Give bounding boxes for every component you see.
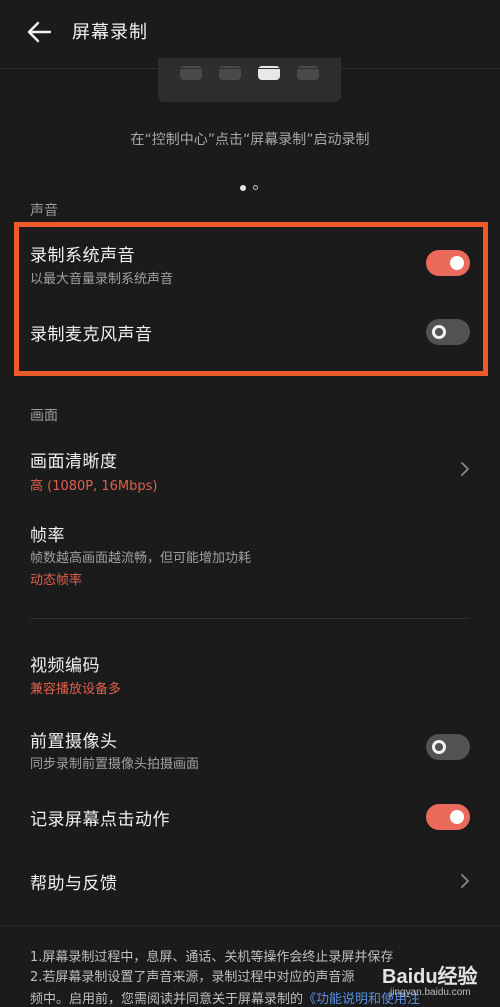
note-line-2: 2.若屏幕录制设置了声音来源，录制过程中对应的声音源 [30, 970, 355, 985]
video-codec-title[interactable]: 视频编码 [30, 651, 100, 676]
clarity-title[interactable]: 画面清晰度 [30, 447, 118, 472]
footer-divider [0, 925, 500, 926]
section-divider [30, 618, 470, 619]
carousel-dot-active[interactable] [240, 185, 246, 191]
front-camera-toggle[interactable] [426, 734, 470, 760]
record-taps-title: 记录屏幕点击动作 [30, 810, 170, 830]
note-line-3: 频中。启用前，您需阅读并同意关于屏幕录制的《功能说明和使用注 [30, 988, 420, 1007]
page-title: 屏幕录制 [72, 22, 148, 43]
framerate-value: 动态帧率 [30, 573, 83, 588]
clarity-value: 高 (1080P, 16Mbps) [30, 479, 158, 494]
section-label-picture: 画面 [30, 408, 58, 424]
front-camera-title: 前置摄像头 [30, 732, 118, 752]
framerate-title[interactable]: 帧率 [30, 521, 65, 546]
baidu-watermark-url: jingyan.baidu.com [390, 987, 471, 998]
header-divider [0, 68, 500, 69]
chevron-right-icon[interactable] [460, 461, 470, 477]
video-codec-value: 兼容播放设备多 [30, 682, 122, 697]
record-taps-toggle[interactable] [426, 804, 470, 830]
note-line-3-text: 频中。启用前，您需阅读并同意关于屏幕录制的 [30, 992, 304, 1007]
control-center-preview [158, 58, 341, 102]
front-camera-subtitle: 同步录制前置摄像头拍摄画面 [30, 757, 200, 772]
baidu-watermark-logo: Baidu经验 [382, 966, 478, 988]
carousel-dot-inactive[interactable] [253, 185, 258, 190]
back-arrow-icon[interactable] [26, 20, 52, 44]
help-feedback-title[interactable]: 帮助与反馈 [30, 869, 118, 894]
chevron-right-icon[interactable] [460, 873, 470, 889]
highlight-annotation-box [14, 222, 488, 376]
framerate-subtitle: 帧数越高画面越流畅，但可能增加功耗 [30, 551, 252, 566]
section-label-sound: 声音 [30, 203, 58, 219]
note-line-1: 1.屏幕录制过程中，息屏、通话、关机等操作会终止录屏并保存 [30, 950, 394, 965]
preview-caption: 在“控制中心”点击“屏幕录制”启动录制 [130, 132, 370, 148]
